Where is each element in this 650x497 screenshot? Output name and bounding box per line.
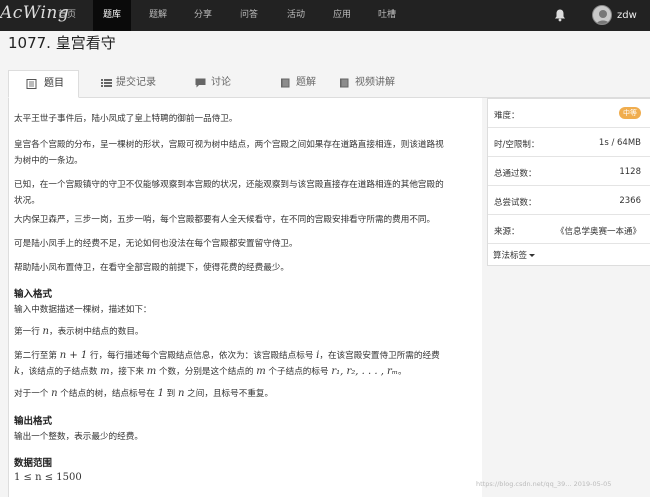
page-title: 1077. 皇宫看守 — [8, 34, 116, 52]
problem-description: 太平王世子事件后，陆小凤成了皇上特聘的御前一品侍卫。 皇宫各个宫殿的分布，呈一棵… — [8, 98, 482, 497]
problem-info-panel: 难度： 中等 时/空限制： 1s / 64MB 总通过数： 1128 总尝试数：… — [487, 98, 650, 266]
nav-item-qa[interactable]: 问答 — [232, 0, 266, 31]
nav-item-feedback[interactable]: 吐槽 — [370, 0, 404, 31]
paragraph: 第一行 n，表示树中结点的数目。 — [14, 324, 476, 340]
text: 第一行 — [14, 327, 43, 337]
paragraph-line: 为树中的一条边。 — [14, 156, 83, 166]
paragraph-line: 已知，在一个宫殿镇守的守卫不仅能够观察到本宫殿的状况，还能观察到与该宫殿直接存在… — [14, 180, 444, 190]
comment-icon — [195, 78, 206, 88]
text: ，该结点的子结点数 — [20, 367, 101, 377]
info-label: 总尝试数： — [494, 198, 537, 208]
info-label: 难度： — [494, 111, 520, 121]
tab-problem[interactable]: 题目 — [8, 70, 79, 98]
tab-video[interactable]: 视频讲解 — [335, 70, 425, 98]
avatar-icon — [596, 10, 610, 24]
text: 第二行至第 — [14, 351, 60, 361]
top-navbar: AcWing 首页 题库 题解 分享 问答 活动 应用 吐槽 zdw — [0, 0, 650, 31]
section-heading-range: 数据范围 — [14, 458, 53, 469]
nav-item-problems[interactable]: 题库 — [93, 0, 131, 31]
text: 个结点的树，结点标号在 — [57, 389, 158, 399]
tab-discussion[interactable]: 讨论 — [191, 70, 261, 98]
algorithm-tags-dropdown[interactable]: 算法标签 — [493, 249, 536, 261]
paragraph-line: 状况。 — [14, 196, 40, 206]
difficulty-badge: 中等 — [619, 107, 641, 119]
paragraph: 输入中数据描述一棵树，描述如下： — [14, 305, 152, 315]
username[interactable]: zdw — [617, 0, 637, 31]
paragraph: 皇宫各个宫殿的分布，呈一棵树的形状，宫殿可视为树中结点，两个宫殿之间如果存在道路… — [14, 137, 476, 169]
paragraph: 帮助陆小凤布置侍卫，在看守全部宫殿的前提下，使得花费的经费最少。 — [14, 263, 290, 273]
text: 个子结点的标号 — [265, 367, 332, 377]
book-icon — [340, 78, 349, 88]
bell-icon[interactable] — [553, 8, 567, 22]
tab-solutions-label: 题解 — [296, 77, 316, 88]
text: ，接下来 — [109, 367, 147, 377]
nav-item-share[interactable]: 分享 — [186, 0, 220, 31]
paragraph: 大内保卫森严，三步一岗，五步一哨，每个宫殿都要有人全天候看守，在不同的宫殿安排看… — [14, 215, 436, 225]
text: ，表示树中结点的数目。 — [48, 327, 144, 337]
text: ，在该宫殿安置侍卫所需的经费 — [319, 351, 440, 361]
tab-problem-label: 题目 — [44, 78, 64, 89]
book-icon — [281, 78, 290, 88]
text: 个数，分别是这个结点的 — [156, 367, 257, 377]
nav-item-apps[interactable]: 应用 — [325, 0, 359, 31]
list-icon — [101, 79, 112, 87]
text: 。 — [397, 367, 407, 377]
tab-discussion-label: 讨论 — [211, 77, 231, 88]
text: 行，每行描述每个宫殿结点信息，依次为：该宫殿结点标号 — [87, 351, 317, 361]
paragraph-line: 第二行至第 n + 1 行，每行描述每个宫殿结点信息，依次为：该宫殿结点标号 i… — [14, 348, 476, 364]
info-value: 1128 — [619, 167, 641, 177]
text: 之间，且标号不重复。 — [184, 389, 274, 399]
problem-tabs: 题目 提交记录 讨论 题解 视频讲解 — [8, 70, 650, 98]
paragraph: 太平王世子事件后，陆小凤成了皇上特聘的御前一品侍卫。 — [14, 114, 238, 124]
info-value: 2366 — [619, 196, 641, 206]
info-label: 总通过数： — [494, 169, 537, 179]
math: m — [146, 366, 157, 377]
info-row-tried: 总尝试数： 2366 — [488, 186, 650, 215]
math: r₁, r₂, . . . , rₘ — [331, 366, 398, 377]
info-row-limit: 时/空限制： 1s / 64MB — [488, 128, 650, 157]
watermark: https://blog.csdn.net/qq_39... 2019-05-0… — [476, 480, 612, 488]
document-icon — [26, 79, 37, 89]
nav-item-activity[interactable]: 活动 — [279, 0, 313, 31]
info-row-passed: 总通过数： 1128 — [488, 157, 650, 186]
section-heading-output: 输出格式 — [14, 416, 53, 427]
paragraph-line: 皇宫各个宫殿的分布，呈一棵树的形状，宫殿可视为树中结点，两个宫殿之间如果存在道路… — [14, 140, 444, 150]
nav-item-solutions[interactable]: 题解 — [141, 0, 175, 31]
info-label: 来源： — [494, 227, 520, 237]
info-value: 1s / 64MB — [598, 138, 641, 148]
paragraph: 可是陆小凤手上的经费不足，无论如何也没法在每个宫殿都安置留守侍卫。 — [14, 239, 298, 249]
nav-item-home[interactable]: 首页 — [50, 0, 84, 31]
section-heading-input: 输入格式 — [14, 289, 53, 300]
text: 对于一个 — [14, 389, 52, 399]
caret-down-icon — [529, 254, 536, 257]
info-row-difficulty: 难度： 中等 — [488, 99, 650, 128]
math: m — [256, 366, 266, 377]
paragraph: 第二行至第 n + 1 行，每行描述每个宫殿结点信息，依次为：该宫殿结点标号 i… — [14, 348, 476, 380]
paragraph-line: k，该结点的子结点数 m，接下来 m 个数，分别是这个结点的 m 个子结点的标号… — [14, 364, 476, 380]
paragraph: 对于一个 n 个结点的树，结点标号在 1 到 n 之间，且标号不重复。 — [14, 386, 476, 402]
data-range: 1 ≤ n ≤ 1500 — [14, 472, 82, 483]
math: n + 1 — [59, 350, 88, 361]
info-row-source: 来源： 《信息学奥赛一本通》 — [488, 215, 650, 244]
info-label: 时/空限制： — [494, 140, 540, 150]
tab-video-label: 视频讲解 — [355, 77, 395, 88]
tab-submissions-label: 提交记录 — [116, 77, 156, 88]
avatar[interactable] — [592, 5, 612, 25]
info-value[interactable]: 《信息学奥赛一本通》 — [556, 225, 641, 237]
text: 到 — [163, 389, 178, 399]
paragraph: 输出一个整数，表示最少的经费。 — [14, 432, 143, 442]
tags-label: 算法标签 — [493, 251, 528, 261]
math: m — [100, 366, 110, 377]
paragraph: 已知，在一个宫殿镇守的守卫不仅能够观察到本宫殿的状况，还能观察到与该宫殿直接存在… — [14, 177, 476, 209]
tab-submissions[interactable]: 提交记录 — [96, 70, 186, 98]
